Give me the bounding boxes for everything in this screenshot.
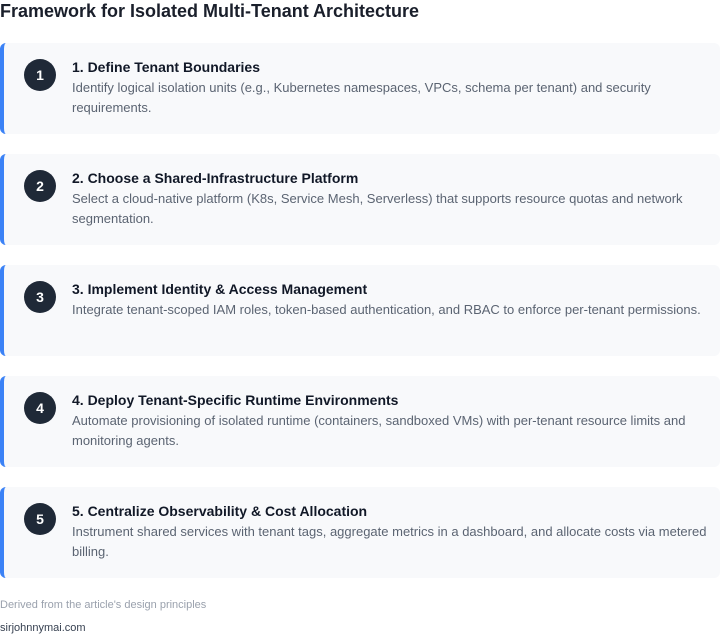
step-title: 4. Deploy Tenant-Specific Runtime Enviro… [72, 392, 399, 408]
source-footnote: Derived from the article's design princi… [0, 599, 207, 611]
step-title: 5. Centralize Observability & Cost Alloc… [72, 503, 368, 519]
step-description: Identify logical isolation units (e.g., … [72, 80, 651, 115]
step-card-5: 5 5. Centralize Observability & Cost All… [0, 487, 720, 578]
step-title: 1. Define Tenant Boundaries [72, 59, 260, 75]
step-number-badge: 3 [24, 281, 56, 313]
steps-list: 1 1. Define Tenant Boundaries Identify l… [0, 43, 720, 598]
step-number-badge: 1 [24, 59, 56, 91]
step-description: Select a cloud-native platform (K8s, Ser… [72, 191, 683, 226]
step-card-2: 2 2. Choose a Shared-Infrastructure Plat… [0, 154, 720, 245]
step-description: Instrument shared services with tenant t… [72, 524, 707, 559]
step-number-badge: 2 [24, 170, 56, 202]
step-card-3: 3 3. Implement Identity & Access Managem… [0, 265, 720, 356]
step-card-1: 1 1. Define Tenant Boundaries Identify l… [0, 43, 720, 134]
step-number-badge: 5 [24, 503, 56, 535]
step-card-4: 4 4. Deploy Tenant-Specific Runtime Envi… [0, 376, 720, 467]
site-url: sirjohnnymai.com [0, 622, 86, 634]
step-description: Integrate tenant-scoped IAM roles, token… [72, 302, 701, 317]
step-title: 3. Implement Identity & Access Managemen… [72, 281, 368, 297]
step-title: 2. Choose a Shared-Infrastructure Platfo… [72, 170, 359, 186]
step-number-badge: 4 [24, 392, 56, 424]
page-title: Framework for Isolated Multi-Tenant Arch… [0, 1, 420, 21]
step-description: Automate provisioning of isolated runtim… [72, 413, 686, 448]
